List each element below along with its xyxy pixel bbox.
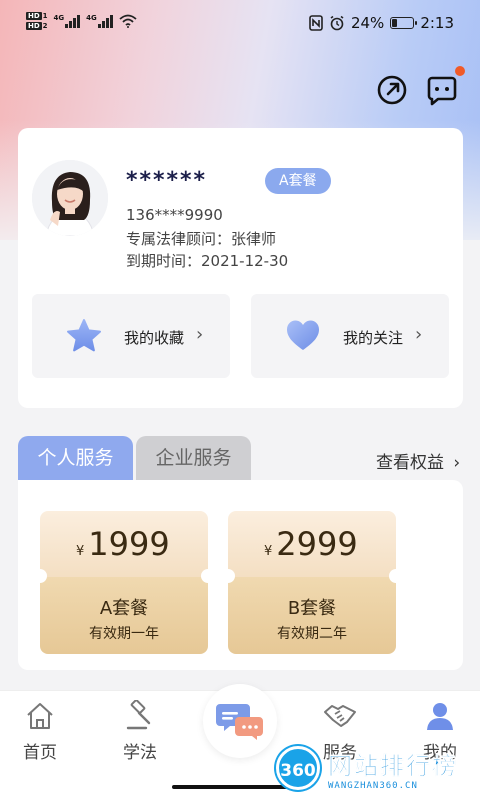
my-favorites-button[interactable]: 我的收藏 ›	[32, 294, 230, 378]
share-out-icon[interactable]	[376, 74, 408, 106]
currency-symbol: ¥	[76, 544, 85, 559]
sim1-hd: HD 1	[26, 12, 48, 20]
my-follows-label: 我的关注	[343, 329, 404, 347]
package-price: ¥ 2999	[264, 525, 358, 563]
alarm-icon	[330, 15, 344, 31]
chevron-right-icon: ›	[415, 324, 423, 345]
currency-symbol: ¥	[264, 544, 273, 559]
gavel-icon	[126, 700, 151, 730]
status-bar: HD 1 HD 2 4G 4G 24% 2:13	[0, 0, 480, 48]
nav-home-label: 首页	[23, 743, 57, 763]
consult-center-button[interactable]	[203, 684, 277, 758]
tab-personal-service[interactable]: 个人服务	[18, 436, 133, 480]
price-amount: 1999	[88, 525, 170, 563]
watermark-subtitle: WANGZHAN360.CN	[328, 780, 418, 791]
avatar-portrait	[32, 160, 108, 236]
package-price: ¥ 1999	[76, 525, 170, 563]
package-name: A套餐	[99, 598, 149, 619]
sim2-hd: HD 2	[26, 22, 48, 30]
avatar[interactable]	[32, 160, 108, 236]
package-card-b[interactable]: ¥ 2999 B套餐 有效期二年	[228, 511, 396, 654]
battery-percent: 24%	[350, 14, 385, 32]
status-left: HD 1 HD 2 4G 4G	[26, 12, 137, 30]
signal1-icon: 4G	[54, 14, 81, 28]
nav-study-law-label: 学法	[123, 743, 157, 763]
profile-card: ****** A套餐 136****9990 专属法律顾问：张律师 到期时间：2…	[18, 128, 463, 408]
heart-icon	[287, 320, 319, 350]
expiry-date: 到期时间：2021-12-30	[126, 252, 289, 270]
watermark: 360 网站排行榜 WANGZHAN360.CN	[276, 740, 458, 796]
chevron-right-icon: ›	[196, 324, 204, 345]
signal2-icon: 4G	[86, 14, 113, 28]
price-amount: 2999	[276, 525, 358, 563]
star-icon	[67, 319, 101, 352]
handshake-icon	[324, 705, 356, 727]
person-icon	[427, 703, 453, 730]
nav-home[interactable]: 首页	[0, 700, 80, 763]
package-name: B套餐	[287, 598, 337, 619]
watermark-text: 网站排行榜 WANGZHAN360.CN	[328, 746, 458, 791]
watermark-title: 网站排行榜	[328, 751, 458, 780]
clock: 2:13	[420, 14, 454, 32]
package-card-a[interactable]: ¥ 1999 A套餐 有效期一年	[40, 511, 208, 654]
ticket-notch	[201, 569, 208, 583]
chat-bubbles-icon	[216, 704, 263, 740]
status-right: 24% 2:13	[309, 14, 454, 32]
plan-badge: A套餐	[265, 168, 331, 194]
nav-study-law[interactable]: 学法	[100, 700, 180, 763]
wifi-icon	[119, 14, 137, 28]
notification-dot	[455, 66, 465, 76]
nfc-icon	[309, 15, 323, 31]
my-favorites-label: 我的收藏	[124, 329, 185, 347]
chevron-right-icon: ›	[453, 453, 461, 473]
package-validity: 有效期二年	[277, 626, 347, 642]
view-benefits-label: 查看权益	[376, 453, 444, 473]
view-benefits-link[interactable]: 查看权益 ›	[376, 448, 460, 473]
my-follows-button[interactable]: 我的关注 ›	[251, 294, 449, 378]
home-icon	[27, 703, 53, 729]
ticket-notch	[389, 569, 396, 583]
watermark-badge: 360	[276, 746, 320, 790]
package-validity: 有效期一年	[89, 626, 159, 642]
nickname: ******	[126, 168, 208, 193]
sim-indicators: HD 1 HD 2	[26, 12, 48, 30]
battery-fill	[392, 19, 398, 27]
phone-number: 136****9990	[126, 206, 223, 224]
battery-icon	[390, 17, 418, 29]
message-icon[interactable]	[426, 74, 458, 106]
legal-advisor: 专属法律顾问：张律师	[126, 230, 277, 248]
tab-enterprise-service[interactable]: 企业服务	[136, 436, 251, 480]
